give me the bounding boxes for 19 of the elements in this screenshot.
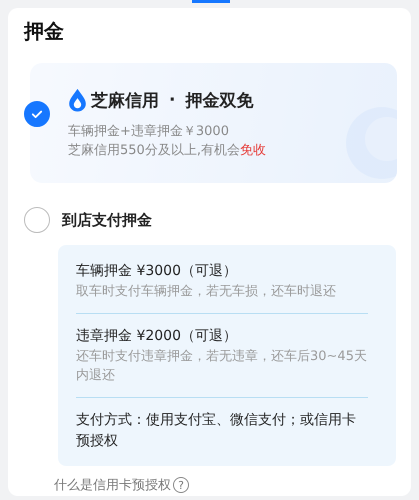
option-card[interactable]: 芝麻信用 · 押金双免 车辆押金+违章押金￥3000 芝麻信用550分及以上,有机会免收	[30, 63, 397, 183]
deposit-description: 取车时支付车辆押金，若无车损，还车时退还	[76, 283, 337, 301]
option-title: 芝麻信用	[91, 90, 159, 112]
radio-button[interactable]	[24, 207, 50, 233]
deposit-title: 支付方式：使用支付宝、微信支付；或信用卡预授权	[76, 411, 357, 451]
deposit-description: 还车时支付违章押金，若无违章，还车后30~45天内退还	[76, 348, 368, 385]
option-title: 押金双免	[185, 90, 254, 112]
deposit-title: 违章押金 ¥2000（可退）	[76, 327, 238, 346]
deposit-title: 车辆押金 ¥3000（可退）	[76, 262, 238, 281]
help-link[interactable]: 什么是信用卡预授权	[54, 476, 171, 494]
help-icon[interactable]: ?	[173, 477, 189, 493]
tab-indicator	[192, 0, 230, 3]
option-title: 到店支付押金	[62, 210, 152, 230]
option-description: 车辆押金+违章押金￥3000	[68, 123, 230, 141]
option-description: 芝麻信用550分及以上,有机会免收	[68, 142, 267, 160]
radio-button[interactable]	[24, 101, 50, 127]
section-title: 押金	[24, 18, 65, 45]
water-drop-icon	[68, 88, 87, 112]
separator-dot: ·	[169, 90, 176, 110]
